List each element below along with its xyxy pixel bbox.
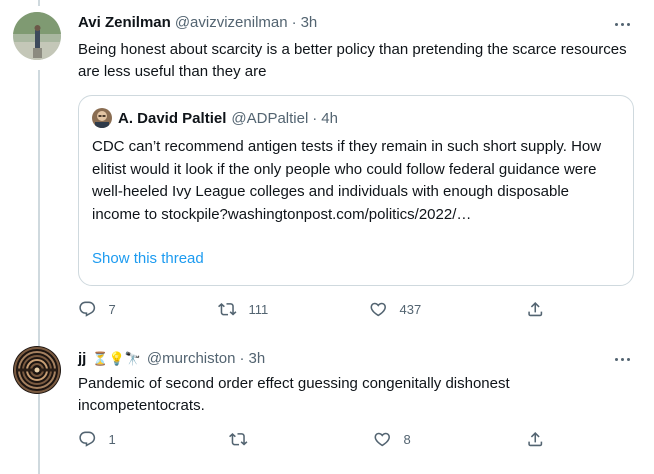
retweet-button[interactable]: 111 — [218, 300, 268, 319]
like-count: 8 — [403, 431, 411, 447]
share-icon — [528, 301, 543, 317]
author-handle[interactable]: @murchiston — [147, 350, 236, 367]
like-count: 437 — [399, 301, 422, 317]
tweet-text: Pandemic of second order effect guessing… — [78, 375, 510, 414]
author-name[interactable]: Avi Zenilman — [78, 14, 171, 31]
quoted-tweet-text: CDC can’t recommend antigen tests if the… — [92, 138, 602, 223]
retweet-icon — [218, 302, 237, 316]
reply-count: 1 — [108, 431, 116, 447]
action-bar: 1 8 — [78, 430, 558, 452]
more-icon[interactable] — [612, 14, 632, 34]
timestamp[interactable]: 3h — [249, 350, 266, 367]
tweet-header: jj ⏳💡🔭 @murchiston · 3h — [78, 350, 265, 367]
retweet-icon — [229, 432, 248, 446]
quoted-tweet-header: A. David Paltiel @ADPaltiel · 4h — [92, 108, 338, 128]
quoted-tweet[interactable]: A. David Paltiel @ADPaltiel · 4h CDC can… — [78, 95, 634, 286]
reply-button[interactable]: 7 — [78, 300, 116, 319]
action-bar: 7 111 437 — [78, 300, 558, 322]
avatar[interactable] — [13, 346, 61, 394]
reply-button[interactable]: 1 — [78, 430, 116, 449]
like-button[interactable]: 8 — [373, 430, 411, 449]
quoted-author-name: A. David Paltiel — [118, 109, 227, 127]
separator-dot: · — [291, 14, 297, 31]
quoted-author-handle: @ADPaltiel — [231, 109, 309, 127]
author-name[interactable]: jj — [78, 350, 86, 367]
like-button[interactable]: 437 — [369, 300, 421, 319]
author-emojis: ⏳💡🔭 — [92, 351, 141, 366]
reply-count: 7 — [108, 301, 116, 317]
like-icon — [370, 302, 386, 317]
reply-icon — [79, 301, 96, 317]
tweet[interactable]: jj ⏳💡🔭 @murchiston · 3h Pandemic of seco… — [0, 336, 654, 474]
tweet-text: Being honest about scarcity is a better … — [78, 41, 627, 80]
retweet-count: 111 — [248, 301, 269, 317]
quoted-avatar — [92, 108, 112, 128]
tweet-header: Avi Zenilman @avizvizenilman · 3h — [78, 14, 317, 31]
tweet[interactable]: Avi Zenilman @avizvizenilman · 3h Being … — [0, 0, 654, 335]
author-handle[interactable]: @avizvizenilman — [175, 14, 288, 31]
reply-icon — [79, 431, 96, 447]
share-button[interactable] — [526, 300, 545, 319]
separator-dot: · — [312, 109, 318, 127]
share-icon — [528, 431, 543, 447]
quoted-timestamp: 4h — [321, 109, 338, 127]
avatar[interactable] — [13, 12, 61, 60]
more-icon[interactable] — [612, 349, 632, 369]
timestamp[interactable]: 3h — [301, 14, 318, 31]
share-button[interactable] — [526, 430, 545, 449]
separator-dot: · — [239, 350, 245, 367]
show-thread-link[interactable]: Show this thread — [92, 250, 204, 267]
like-icon — [374, 432, 390, 447]
retweet-button[interactable] — [229, 430, 260, 449]
